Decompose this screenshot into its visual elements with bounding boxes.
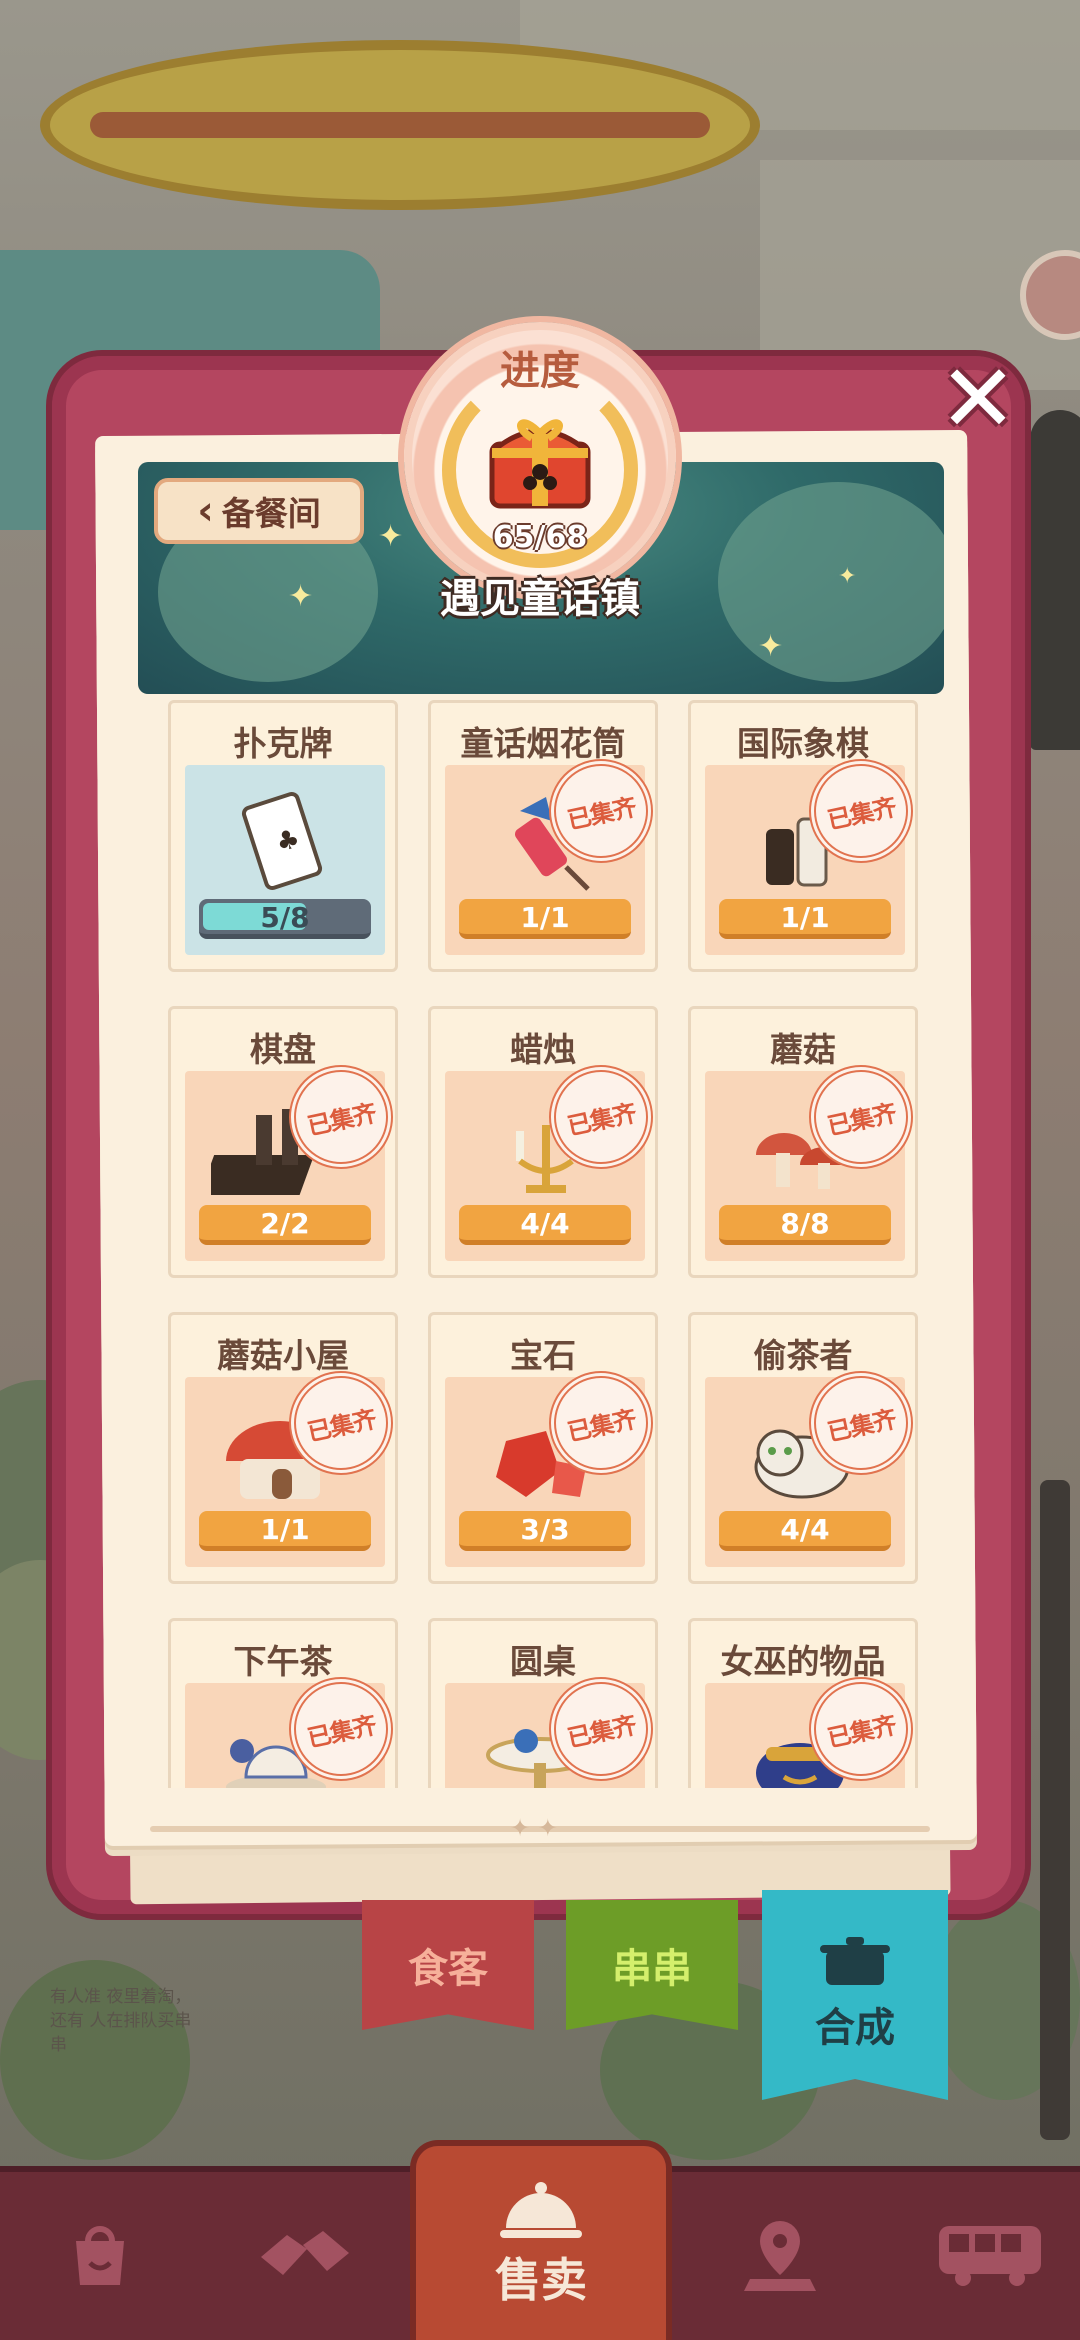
item-progress-bar: 4/4 [719,1511,891,1551]
collected-stamp-label: 已集齐 [824,1404,899,1447]
item-progress-bar: 1/1 [459,899,631,939]
bag-icon [76,2226,124,2285]
divider-ornament: ✦ ✦ [510,1814,558,1842]
back-button[interactable]: ‹ 备餐间 [154,478,364,544]
item-progress-bar: 8/8 [719,1205,891,1245]
collection-item-card[interactable]: 偷茶者已集齐 4/4 [688,1312,923,1584]
collection-name: 遇见童话镇 [440,576,640,622]
back-button-label: 备餐间 [221,494,321,533]
collection-item-card[interactable]: 女巫的物品已集齐 [688,1618,923,1788]
bus-icon [939,2226,1041,2286]
bell-icon [500,2182,582,2238]
street-lamp [1040,1480,1070,2140]
collection-item-card[interactable]: 童话烟花筒已集齐 1/1 [428,700,663,972]
item-progress-text: 4/4 [780,1513,830,1546]
item-progress-bar: 1/1 [719,899,891,939]
collection-item-card[interactable]: 蜡烛已集齐 4/4 [428,1006,663,1278]
collection-item-card[interactable]: 棋盘已集齐 2/2 [168,1006,403,1278]
item-name: 蘑菇 [770,1030,836,1069]
progress-title: 进度 [500,348,580,394]
nav-handshake[interactable] [240,2180,370,2330]
hands-icon [261,2231,349,2275]
close-icon: ✕ [938,345,1018,454]
item-name: 蘑菇小屋 [217,1336,349,1375]
collected-stamp-label: 已集齐 [564,792,639,835]
nav-sell[interactable]: 售卖 [410,2140,672,2340]
item-name: 棋盘 [250,1030,316,1069]
collected-stamp-label: 已集齐 [304,1404,379,1447]
map-pin-icon [744,2221,816,2291]
item-name: 蜡烛 [510,1030,576,1069]
tab-synthesize[interactable]: 合成 [762,1890,948,2100]
tab-diner-label: 食客 [408,1946,488,1992]
tab-diner[interactable]: 食客 [362,1900,534,2030]
collected-stamp-label: 已集齐 [564,1098,639,1141]
item-name: 宝石 [510,1336,576,1375]
collection-item-card[interactable]: 蘑菇已集齐 8/8 [688,1006,923,1278]
tab-skewer-label: 串串 [612,1946,692,1992]
collection-item-card[interactable]: 蘑菇小屋已集齐 1/1 [168,1312,403,1584]
collection-item-card[interactable]: 国际象棋已集齐 1/1 [688,700,923,972]
item-name: 下午茶 [233,1642,333,1681]
item-name: 偷茶者 [753,1336,853,1375]
chevron-left-icon: ‹ [197,488,214,534]
tab-synthesize-label: 合成 [815,2005,895,2051]
item-progress-text: 2/2 [260,1207,310,1240]
nav-bag[interactable] [40,2180,160,2330]
item-name: 女巫的物品 [720,1642,886,1681]
collected-stamp-label: 已集齐 [824,792,899,835]
bystander-figure [1030,410,1080,750]
collected-stamp-label: 已集齐 [304,1710,379,1753]
playing-card-icon: ♣ [241,791,323,891]
item-progress-text: 1/1 [520,901,570,934]
collection-item-card[interactable]: 宝石已集齐 3/3 [428,1312,663,1584]
scene-note-text: 有人准 夜里着淘，还有 人在排队买串串 [50,1987,192,2055]
item-name: 童话烟花筒 [460,724,626,763]
surfboard-decoration [40,40,760,210]
tab-skewer[interactable]: 串串 [566,1900,738,2030]
item-progress-text: 4/4 [520,1207,570,1240]
item-progress-text: 1/1 [780,901,830,934]
treasure-chest-icon [489,419,591,509]
item-progress-text: 1/1 [260,1513,310,1546]
cooking-pot-icon [820,1937,890,1985]
collection-item-card[interactable]: 扑克牌 ♣ 5/8 [168,700,398,972]
nav-bus[interactable] [920,2180,1060,2330]
item-progress-bar: 5/8 [199,899,371,939]
collected-stamp-label: 已集齐 [564,1404,639,1447]
item-progress-bar: 1/1 [199,1511,371,1551]
collected-stamp-label: 已集齐 [564,1710,639,1753]
item-name: 国际象棋 [737,724,869,763]
close-button[interactable]: ✕ [930,352,1026,448]
collected-stamp-label: 已集齐 [824,1098,899,1141]
collection-grid: 扑克牌 ♣ 5/8 童话烟花筒 已集齐 1/1 国际象棋 已集齐 1/1 棋盘 已集齐 2/2 蜡烛 已集… [158,688,928,1788]
item-progress-text: 8/8 [780,1207,830,1240]
item-progress-bar: 3/3 [459,1511,631,1551]
item-progress-bar: 4/4 [459,1205,631,1245]
nav-sell-label: 售卖 [495,2253,587,2307]
collection-item-card[interactable]: 圆桌已集齐 [428,1618,663,1788]
collected-stamp-label: 已集齐 [824,1710,899,1753]
item-progress-bar: 2/2 [199,1205,371,1245]
collection-item-card[interactable]: 下午茶已集齐 [168,1618,403,1788]
item-progress-text: 3/3 [520,1513,570,1546]
nav-map-pin[interactable] [720,2180,840,2330]
item-progress-text: 5/8 [260,901,310,934]
item-name: 圆桌 [510,1642,576,1681]
progress-count: 65/68 [492,520,588,555]
item-name: 扑克牌 [233,724,333,763]
collected-stamp-label: 已集齐 [304,1098,379,1141]
